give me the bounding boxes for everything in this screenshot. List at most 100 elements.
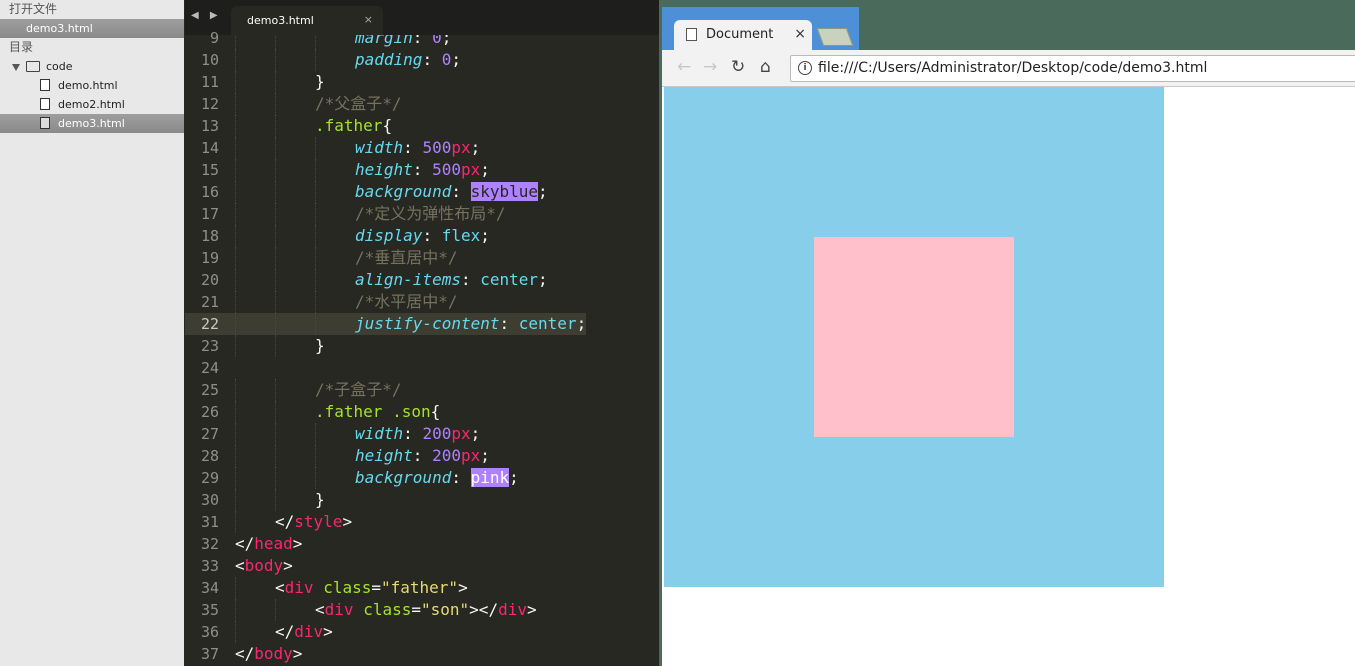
code-token: } bbox=[315, 490, 325, 509]
url-text[interactable]: file:///C:/Users/Administrator/Desktop/c… bbox=[818, 60, 1207, 76]
code-token: : bbox=[403, 138, 423, 157]
folders-heading: 目录 bbox=[9, 40, 34, 54]
code-line[interactable]: height: 200px; bbox=[235, 445, 586, 467]
indent-guide bbox=[235, 159, 236, 181]
line-number: 23 bbox=[200, 337, 219, 355]
code-token: skyblue bbox=[470, 182, 539, 201]
line-number: 25 bbox=[200, 381, 219, 399]
code-token: </ bbox=[275, 512, 295, 531]
code-area[interactable]: margin: 0; padding: 0;}/*父盒子*/.father{wid… bbox=[235, 35, 659, 666]
code-token: style bbox=[294, 512, 343, 531]
forward-arrow-icon[interactable]: → bbox=[703, 58, 717, 76]
code-token: </ bbox=[235, 534, 255, 553]
code-token: div bbox=[294, 622, 324, 641]
code-line[interactable]: display: flex; bbox=[235, 225, 586, 247]
line-number: 21 bbox=[200, 293, 219, 311]
code-token: ; bbox=[470, 424, 481, 443]
new-tab-button[interactable] bbox=[816, 28, 854, 46]
indent-guide bbox=[235, 313, 236, 335]
code-token: > bbox=[526, 600, 537, 619]
code-token: ; bbox=[576, 314, 587, 333]
indent-guide bbox=[315, 159, 316, 181]
code-line[interactable]: /*水平居中*/ bbox=[235, 291, 586, 313]
code-line[interactable]: } bbox=[235, 489, 586, 511]
indent-guide bbox=[275, 225, 276, 247]
open-file-item[interactable]: demo3.html bbox=[0, 19, 184, 38]
code-line[interactable]: width: 500px; bbox=[235, 137, 586, 159]
code-token: height bbox=[355, 446, 413, 465]
code-line[interactable]: </div> bbox=[235, 621, 586, 643]
home-icon[interactable]: ⌂ bbox=[760, 58, 771, 76]
code-token: div bbox=[284, 578, 314, 597]
code-line[interactable]: /*垂直居中*/ bbox=[235, 247, 586, 269]
reload-icon[interactable]: ↻ bbox=[731, 58, 745, 76]
indent-guide bbox=[235, 203, 236, 225]
code-token: background bbox=[355, 182, 452, 201]
editor-tab-demo3[interactable]: demo3.html × bbox=[231, 6, 383, 35]
code-line[interactable]: margin: 0; bbox=[235, 35, 586, 49]
code-line[interactable]: align-items: center; bbox=[235, 269, 586, 291]
info-icon[interactable]: i bbox=[798, 61, 812, 75]
code-line[interactable]: </style> bbox=[235, 511, 586, 533]
code-line[interactable]: <body> bbox=[235, 555, 586, 577]
code-line[interactable]: justify-content: center; bbox=[235, 313, 587, 335]
indent-guide bbox=[235, 335, 236, 357]
code-token: 200 bbox=[422, 424, 452, 443]
code-token: > bbox=[283, 556, 293, 575]
code-line[interactable]: /*定义为弹性布局*/ bbox=[235, 203, 586, 225]
code-line[interactable]: </head> bbox=[235, 533, 586, 555]
code-line[interactable]: <div class="son"></div> bbox=[235, 599, 586, 621]
indent-guide bbox=[275, 203, 276, 225]
folder-code[interactable]: code bbox=[0, 57, 184, 76]
code-token: /*父盒子*/ bbox=[315, 94, 402, 113]
code-token: flex bbox=[441, 226, 481, 245]
code-token: = bbox=[371, 578, 381, 597]
code-line[interactable]: padding: 0; bbox=[235, 49, 586, 71]
code-line[interactable]: /*子盒子*/ bbox=[235, 379, 586, 401]
code-line[interactable]: .father .son{ bbox=[235, 401, 586, 423]
code-token: 500 bbox=[422, 138, 452, 157]
back-arrow-icon[interactable]: ← bbox=[677, 58, 691, 76]
code-token: div bbox=[498, 600, 527, 619]
code-token: ; bbox=[480, 226, 490, 245]
code-token: > bbox=[342, 512, 353, 531]
line-number: 28 bbox=[200, 447, 219, 465]
code-line[interactable]: width: 200px; bbox=[235, 423, 586, 445]
tab-scroll-arrows-icon[interactable]: ◀ ▶ bbox=[191, 10, 222, 21]
line-number: 19 bbox=[200, 249, 219, 267]
sidebar: 打开文件 demo3.html 目录 code demo.html demo2.… bbox=[0, 0, 184, 666]
browser-tab-title: Document bbox=[706, 27, 774, 42]
code-line[interactable]: height: 500px; bbox=[235, 159, 586, 181]
code-token: </ bbox=[235, 644, 255, 663]
code-line[interactable]: } bbox=[235, 335, 586, 357]
file-item-demo[interactable]: demo.html bbox=[0, 76, 184, 95]
indent-guide bbox=[235, 49, 236, 71]
line-number: 27 bbox=[200, 425, 219, 443]
indent-guide bbox=[235, 93, 236, 115]
file-label: demo3.html bbox=[58, 117, 125, 130]
file-item-demo3[interactable]: demo3.html bbox=[0, 114, 184, 133]
code-token: ; bbox=[538, 182, 548, 201]
code-token: class bbox=[363, 600, 412, 619]
browser-tab-document[interactable]: Document × bbox=[674, 20, 812, 50]
code-line[interactable]: </body> bbox=[235, 643, 586, 665]
code-line[interactable]: background: pink; bbox=[235, 467, 586, 489]
line-number: 33 bbox=[200, 557, 219, 575]
code-line[interactable]: } bbox=[235, 71, 586, 93]
code-token: background bbox=[355, 468, 452, 487]
code-line[interactable]: .father{ bbox=[235, 115, 586, 137]
code-line[interactable] bbox=[235, 357, 586, 379]
address-bar[interactable]: i file:///C:/Users/Administrator/Desktop… bbox=[790, 55, 1355, 82]
code-line[interactable]: background: skyblue; bbox=[235, 181, 586, 203]
caret-down-icon[interactable] bbox=[12, 63, 20, 71]
close-icon[interactable]: × bbox=[794, 26, 806, 42]
close-icon[interactable]: × bbox=[364, 13, 373, 26]
line-number: 15 bbox=[200, 161, 219, 179]
code-line[interactable]: <div class="father"> bbox=[235, 577, 586, 599]
file-item-demo2[interactable]: demo2.html bbox=[0, 95, 184, 114]
indent-guide bbox=[275, 445, 276, 467]
code-token: .father bbox=[315, 116, 383, 135]
code-token: } bbox=[315, 72, 325, 91]
browser-toolbar: ← → ↻ ⌂ i file:///C:/Users/Administrator… bbox=[662, 50, 1355, 87]
code-line[interactable]: /*父盒子*/ bbox=[235, 93, 586, 115]
